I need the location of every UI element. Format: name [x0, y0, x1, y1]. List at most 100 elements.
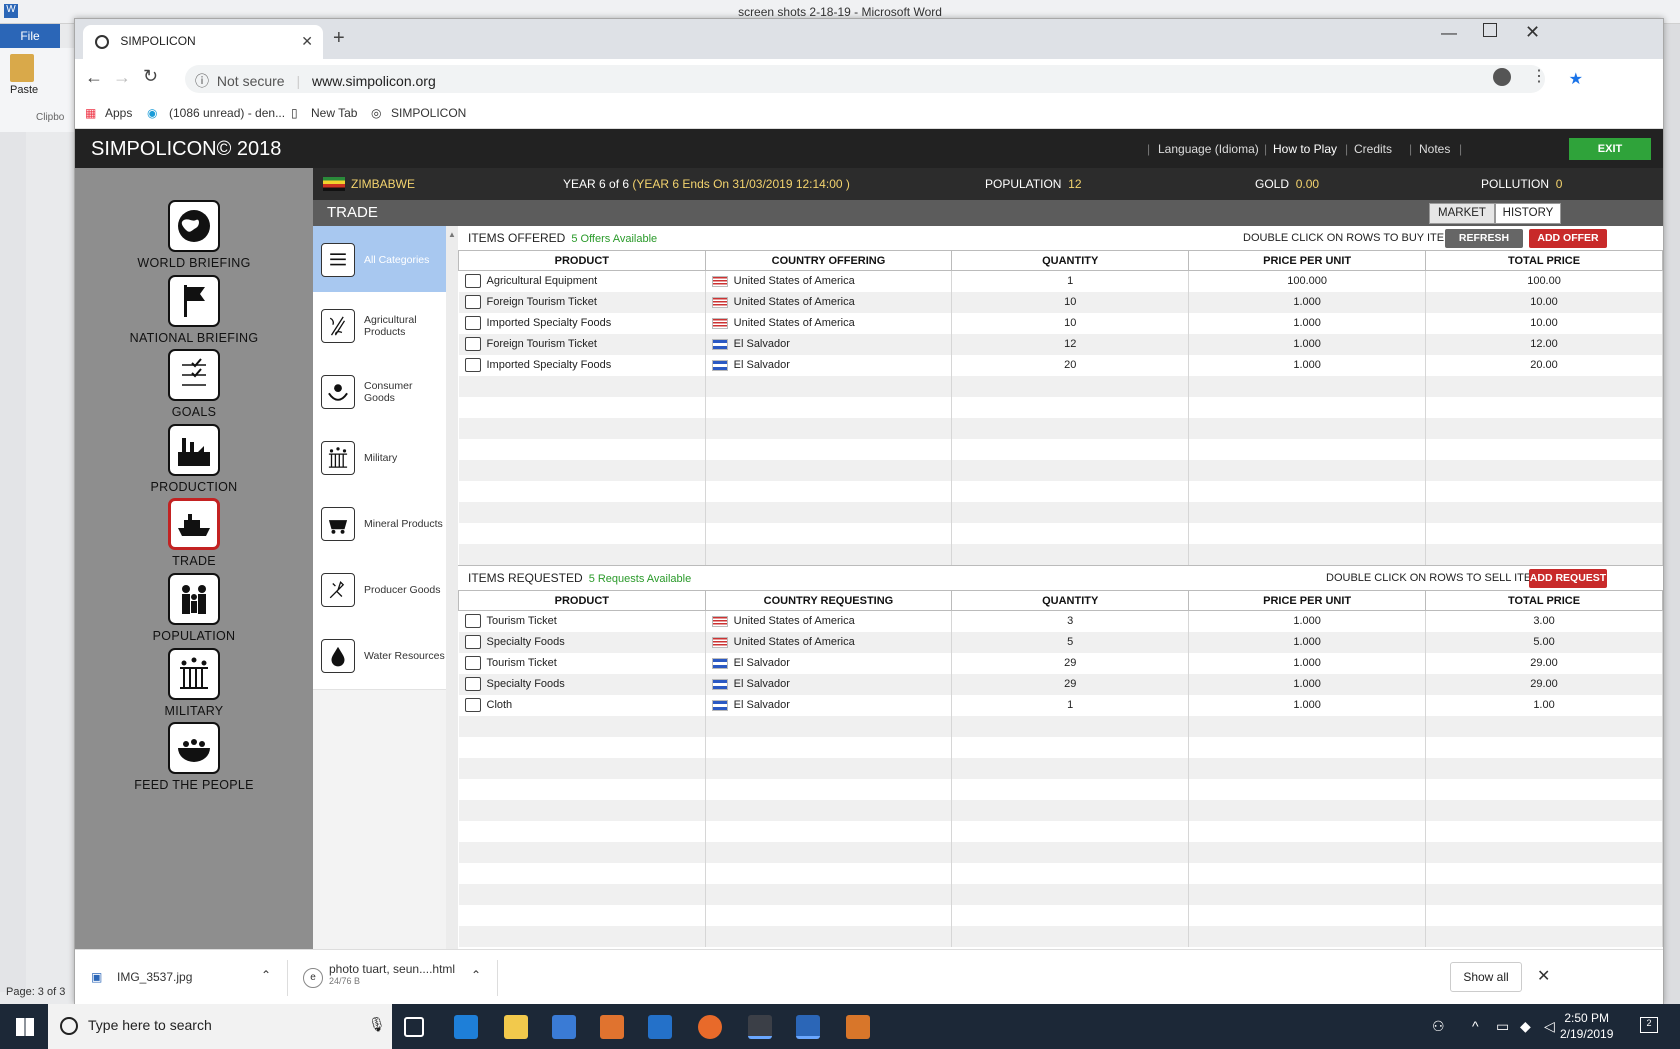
close-window-icon[interactable]: ✕ [1525, 22, 1540, 43]
table-row[interactable]: Foreign Tourism Ticket El Salvador 12 1.000… [458, 333, 1663, 355]
chevron-up-icon[interactable]: ⌃ [471, 968, 481, 982]
sidebar-item-goals[interactable]: GOALS [105, 349, 283, 419]
language-link[interactable]: Language (Idioma) [1158, 142, 1259, 156]
refresh-button[interactable]: REFRESH [1445, 229, 1523, 248]
table-row[interactable]: Tourism Ticket El Salvador 29 1.000 29.00 [458, 652, 1663, 674]
column-header[interactable]: TOTAL PRICE [1425, 590, 1663, 611]
table-row[interactable]: Specialty Foods United States of America 5… [458, 631, 1663, 653]
clock[interactable]: 2:50 PM 2/19/2019 [1560, 1010, 1613, 1042]
column-header[interactable]: QUANTITY [951, 250, 1190, 271]
column-header[interactable]: PRODUCT [458, 250, 706, 271]
download-item-1[interactable]: IMG_3537.jpg [117, 970, 192, 984]
column-header[interactable]: PRICE PER UNIT [1188, 590, 1427, 611]
minimize-icon[interactable]: — [1441, 25, 1457, 43]
sidebar-item-population[interactable]: POPULATION [105, 573, 283, 643]
network-icon[interactable]: ▭ [1496, 1018, 1509, 1035]
exit-button[interactable]: EXIT [1569, 138, 1651, 160]
category-producer-goods[interactable]: Producer Goods [313, 556, 446, 624]
category-water-resources[interactable]: Water Resources [313, 622, 446, 690]
firefox-icon[interactable] [698, 1015, 722, 1039]
table-row[interactable]: Agricultural Equipment United States of A… [458, 270, 1663, 292]
edge-icon[interactable] [454, 1015, 478, 1039]
download-item-2[interactable]: photo tuart, seun....html [329, 962, 455, 976]
forward-icon[interactable]: → [113, 67, 131, 88]
column-header[interactable]: COUNTRY OFFERING [704, 250, 953, 271]
file-explorer-icon[interactable] [504, 1015, 528, 1039]
column-header[interactable]: COUNTRY REQUESTING [704, 590, 953, 611]
ship-icon[interactable] [168, 498, 220, 551]
apps-grid-icon[interactable]: ▦ [85, 106, 96, 120]
sidebar-item-trade[interactable]: TRADE [105, 498, 283, 568]
sidebar-item-national-briefing[interactable]: NATIONAL BRIEFING [105, 274, 283, 345]
close-tab-icon[interactable]: ✕ [301, 33, 313, 50]
market-button[interactable]: MARKET [1429, 203, 1495, 224]
category-all-categories[interactable]: All Categories [313, 226, 446, 294]
table-row[interactable]: Imported Specialty Foods El Salvador 20 1.0… [458, 354, 1663, 376]
people-icon[interactable]: ⚇ [1432, 1018, 1445, 1035]
media-player-icon[interactable] [600, 1015, 624, 1039]
bookmark-simpolicon[interactable]: SIMPOLICON [391, 106, 466, 120]
sidebar-item-label[interactable]: WORLD BRIEFING [105, 256, 283, 270]
table-row[interactable]: Foreign Tourism Ticket United States of A… [458, 291, 1663, 313]
history-button[interactable]: HISTORY [1495, 203, 1561, 224]
bookmark-star-icon[interactable]: ★ [1569, 69, 1583, 89]
word-icon[interactable] [796, 1015, 820, 1039]
paste-label[interactable]: Paste [10, 84, 38, 96]
url-text[interactable]: www.simpolicon.org [312, 73, 436, 89]
task-view-icon[interactable] [404, 1017, 424, 1037]
bookmark-mail[interactable]: (1086 unread) - den... [169, 106, 285, 120]
credits-link[interactable]: Credits [1354, 142, 1392, 156]
profile-icon[interactable] [1493, 68, 1511, 86]
category-military[interactable]: Military [313, 424, 446, 492]
globe-icon[interactable] [168, 200, 220, 252]
factory-icon[interactable] [168, 423, 220, 476]
people-icon[interactable] [168, 573, 220, 625]
address-bar[interactable]: ⓘ Not secure | www.simpolicon.org ★ [185, 65, 1583, 93]
word-file-tab[interactable]: File [0, 24, 60, 48]
category-scrollbar[interactable]: ▲ [446, 226, 458, 949]
sidebar-item-feed-the-people[interactable]: FEED THE PEOPLE [105, 722, 283, 792]
table-row[interactable]: Cloth El Salvador 1 1.000 1.00 [458, 694, 1663, 716]
notification-icon[interactable]: 2 [1640, 1017, 1658, 1033]
sidebar-item-military[interactable]: MILITARY [105, 647, 283, 718]
checklist-icon[interactable] [168, 349, 220, 402]
browser-tab[interactable]: SIMPOLICON ✕ [83, 25, 323, 59]
column-header[interactable]: QUANTITY [951, 590, 1190, 611]
column-header[interactable]: TOTAL PRICE [1425, 250, 1663, 271]
flag-icon[interactable] [168, 274, 220, 327]
table-row[interactable]: Tourism Ticket United States of America 3 1… [458, 610, 1663, 632]
dropbox-icon[interactable]: ◆ [1520, 1018, 1531, 1035]
add-request-button[interactable]: ADD REQUEST [1529, 569, 1607, 588]
bookmark-new-tab[interactable]: New Tab [311, 106, 357, 120]
volume-icon[interactable]: ◁ [1544, 1018, 1555, 1035]
add-offer-button[interactable]: ADD OFFER [1529, 229, 1607, 248]
back-icon[interactable]: ← [85, 67, 103, 88]
tray-up-icon[interactable]: ^ [1472, 1018, 1479, 1034]
sidebar-item-label[interactable]: MILITARY [105, 704, 283, 718]
notes-link[interactable]: Notes [1419, 142, 1450, 156]
store-icon[interactable] [552, 1015, 576, 1039]
new-tab-icon[interactable]: + [333, 27, 345, 50]
taskbar-search[interactable]: Type here to search 🎙 [48, 1004, 392, 1049]
chrome-icon[interactable] [748, 1015, 772, 1039]
sidebar-item-label[interactable]: NATIONAL BRIEFING [105, 331, 283, 345]
sidebar-item-production[interactable]: PRODUCTION [105, 423, 283, 494]
paste-icon[interactable] [10, 54, 34, 82]
outlook-icon[interactable] [648, 1015, 672, 1039]
sidebar-item-label[interactable]: GOALS [105, 405, 283, 419]
table-row[interactable]: Specialty Foods El Salvador 29 1.000 29.00 [458, 673, 1663, 695]
how-to-play-link[interactable]: How to Play [1273, 142, 1337, 156]
close-shelf-icon[interactable]: ✕ [1537, 966, 1550, 986]
app-tiles-icon[interactable] [846, 1015, 870, 1039]
bookmark-apps[interactable]: Apps [105, 106, 132, 120]
reload-icon[interactable]: ↻ [143, 66, 158, 87]
show-all-button[interactable]: Show all [1450, 962, 1522, 992]
windows-start-icon[interactable] [16, 1018, 34, 1036]
info-icon[interactable]: ⓘ [195, 73, 209, 89]
menu-icon[interactable]: ⋮ [1531, 66, 1547, 86]
category-agricultural-products[interactable]: Agricultural Products [313, 292, 446, 360]
category-consumer-goods[interactable]: Consumer Goods [313, 358, 446, 426]
sidebar-item-label[interactable]: TRADE [105, 554, 283, 568]
category-mineral-products[interactable]: Mineral Products [313, 490, 446, 558]
column-header[interactable]: PRICE PER UNIT [1188, 250, 1427, 271]
